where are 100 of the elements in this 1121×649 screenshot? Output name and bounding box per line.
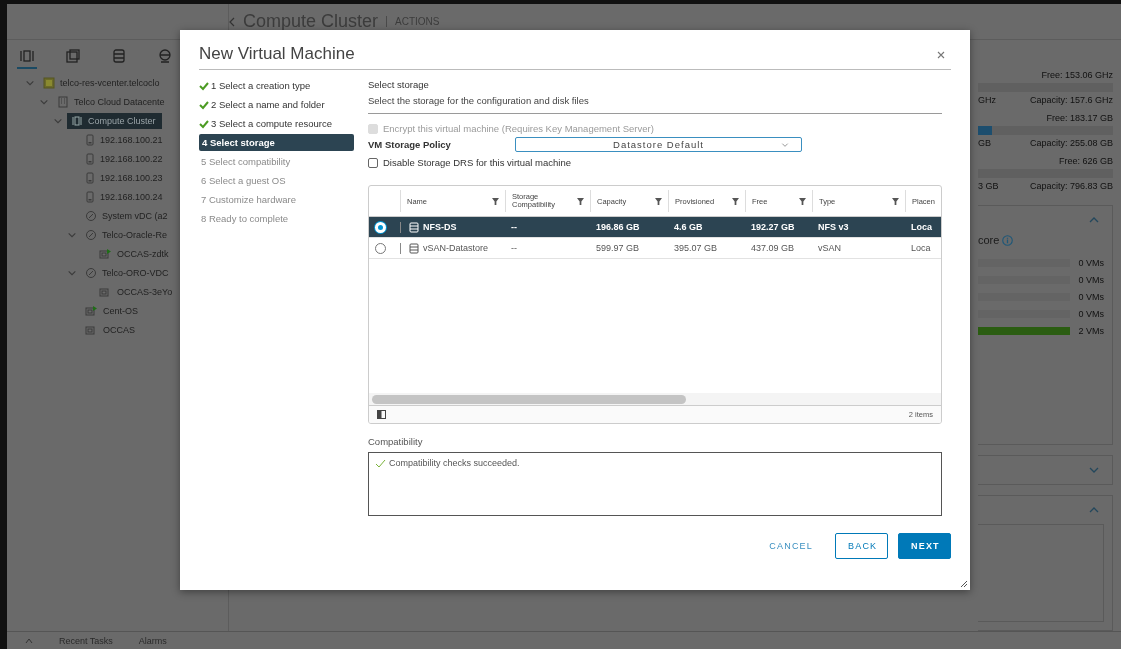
checkbox-label: Encrypt this virtual machine (Requires Key Management Server): [383, 123, 654, 134]
vm-icon: [65, 48, 81, 64]
info-icon[interactable]: [1002, 234, 1014, 246]
vcenter-icon: [43, 76, 55, 89]
filter-icon[interactable]: [892, 197, 899, 205]
tree-item[interactable]: 192.168.100.24: [81, 188, 169, 205]
table-cell-text: 196.86 GB: [595, 222, 641, 232]
wizard-step[interactable]: 4 Select storage: [199, 134, 354, 151]
tree-item[interactable]: Telco-ORO-VDC: [81, 264, 175, 281]
scrollbar-thumb[interactable]: [372, 394, 686, 404]
bottom-tab[interactable]: Recent Tasks: [59, 635, 113, 646]
tree-item[interactable]: Cent-OS: [81, 302, 144, 319]
table-row[interactable]: NFS-DS -- 196.86 GB 4.6 GB 192.27 GB NFS v3 Loca: [369, 217, 941, 238]
tree-item[interactable]: 192.168.100.23: [81, 169, 169, 186]
building-icon: [57, 95, 69, 108]
wizard-step[interactable]: 5 Select compatibility: [199, 154, 295, 169]
used-label: GHz: [978, 95, 996, 105]
gauge-icon: [85, 266, 97, 279]
chevron-icon[interactable]: [25, 636, 33, 645]
close-icon: [937, 51, 945, 59]
chevron-icon[interactable]: [781, 140, 789, 149]
tree-item[interactable]: Telco-Oracle-Re: [81, 226, 174, 243]
radio-button[interactable]: [375, 242, 386, 254]
tree-item[interactable]: System vDC (a2: [81, 207, 174, 224]
table-row[interactable]: vSAN-Datastore -- 599.97 GB 395.07 GB 437.09 GB vSAN Loca: [369, 238, 941, 259]
check-icon: [375, 458, 386, 468]
vm-icon: [85, 323, 98, 336]
vm-icon: [85, 304, 98, 317]
columns-icon[interactable]: [377, 410, 386, 419]
filter-icon[interactable]: [492, 197, 499, 205]
table-cell-text: --: [510, 222, 518, 232]
cancel-button[interactable]: CANCEL: [757, 533, 825, 559]
server-icon: [85, 152, 95, 165]
policy-dropdown[interactable]: Datastore Default: [515, 137, 802, 152]
vm-count: 0 VMs: [1078, 257, 1104, 268]
tree-item[interactable]: Compute Cluster: [67, 112, 162, 129]
gauge-icon: [85, 209, 97, 222]
vm-icon: [99, 247, 112, 260]
table-cell-text: vSAN: [817, 243, 842, 253]
tree-item[interactable]: OCCAS-3eYo: [95, 283, 179, 300]
free-label: Free: 153.06 GHz: [1040, 70, 1113, 80]
wizard-step[interactable]: 7 Customize hardware: [199, 192, 301, 207]
vm-count: 0 VMs: [1078, 274, 1104, 285]
database-icon: [111, 48, 127, 64]
field-label: VM Storage Policy: [368, 139, 452, 150]
table-cell-text: 599.97 GB: [595, 243, 641, 253]
next-button[interactable]: NEXT: [898, 533, 951, 559]
capacity-label: Capacity: 796.83 GB: [1029, 181, 1113, 191]
table-cell-text: 192.27 GB: [750, 222, 796, 232]
used-label: GB: [978, 138, 991, 148]
wizard-step[interactable]: 1 Select a creation type: [209, 78, 315, 93]
table-cell-text: NFS v3: [817, 222, 850, 232]
used-label: 3 GB: [978, 181, 999, 191]
tree-item[interactable]: OCCAS-zdtk: [95, 245, 175, 262]
tree-item[interactable]: OCCAS: [81, 321, 141, 338]
bottom-tab[interactable]: Alarms: [138, 635, 167, 646]
capacity-label: Capacity: 157.6 GHz: [1029, 95, 1113, 105]
server-icon: [85, 133, 95, 146]
datastore-icon: [409, 221, 419, 233]
checkbox[interactable]: [368, 157, 378, 168]
back-button[interactable]: BACK: [835, 533, 888, 559]
checkbox-label: Disable Storage DRS for this virtual machine: [383, 157, 571, 168]
tree-item[interactable]: 192.168.100.22: [81, 150, 169, 167]
capacity-label: Capacity: 255.08 GB: [1029, 138, 1113, 148]
table-cell-text: Loca: [910, 243, 932, 253]
tree-item[interactable]: Telco Cloud Datacente: [53, 93, 171, 110]
datastore-icon: [409, 242, 419, 254]
back-icon[interactable]: [229, 16, 235, 27]
table-cell-text: 395.07 GB: [673, 243, 719, 253]
dialog-title: New Virtual Machine: [199, 44, 355, 64]
table-cell-text: Loca: [910, 222, 933, 232]
server-icon: [85, 190, 95, 203]
free-label: Free: 183.17 GB: [1045, 113, 1113, 123]
tree-item[interactable]: 192.168.100.21: [81, 131, 169, 148]
gauge-icon: [85, 228, 97, 241]
tree-item[interactable]: telco-res-vcenter.telcoclo: [39, 74, 166, 91]
filter-icon[interactable]: [577, 197, 584, 205]
wizard-step[interactable]: 6 Select a guest OS: [199, 173, 290, 188]
vm-count: 0 VMs: [1078, 291, 1104, 302]
status-message: Compatibility checks succeeded.: [389, 458, 520, 468]
table-cell-text: --: [510, 243, 518, 253]
globe-icon: [157, 48, 173, 64]
table-cell: vSAN-Datastore: [423, 243, 489, 253]
wizard-step[interactable]: 2 Select a name and folder: [209, 97, 329, 112]
filter-icon[interactable]: [799, 197, 806, 205]
vm-icon: [99, 285, 112, 298]
section-title: Select storage: [368, 79, 430, 90]
server-icon: [85, 171, 95, 184]
wizard-step[interactable]: 8 Ready to complete: [199, 211, 293, 226]
vm-count: 0 VMs: [1078, 308, 1104, 319]
filter-icon[interactable]: [655, 197, 662, 205]
resize-grip-icon[interactable]: [961, 581, 967, 587]
cluster-icon: [71, 114, 83, 127]
table-cell: NFS-DS: [423, 222, 457, 232]
free-label: Free: 626 GB: [1057, 156, 1113, 166]
filter-icon[interactable]: [732, 197, 739, 205]
vm-count: 2 VMs: [1078, 325, 1104, 336]
field-label: Compatibility: [368, 436, 424, 447]
section-description: Select the storage for the configuration and disk files: [368, 95, 942, 114]
wizard-step[interactable]: 3 Select a compute resource: [209, 116, 336, 131]
